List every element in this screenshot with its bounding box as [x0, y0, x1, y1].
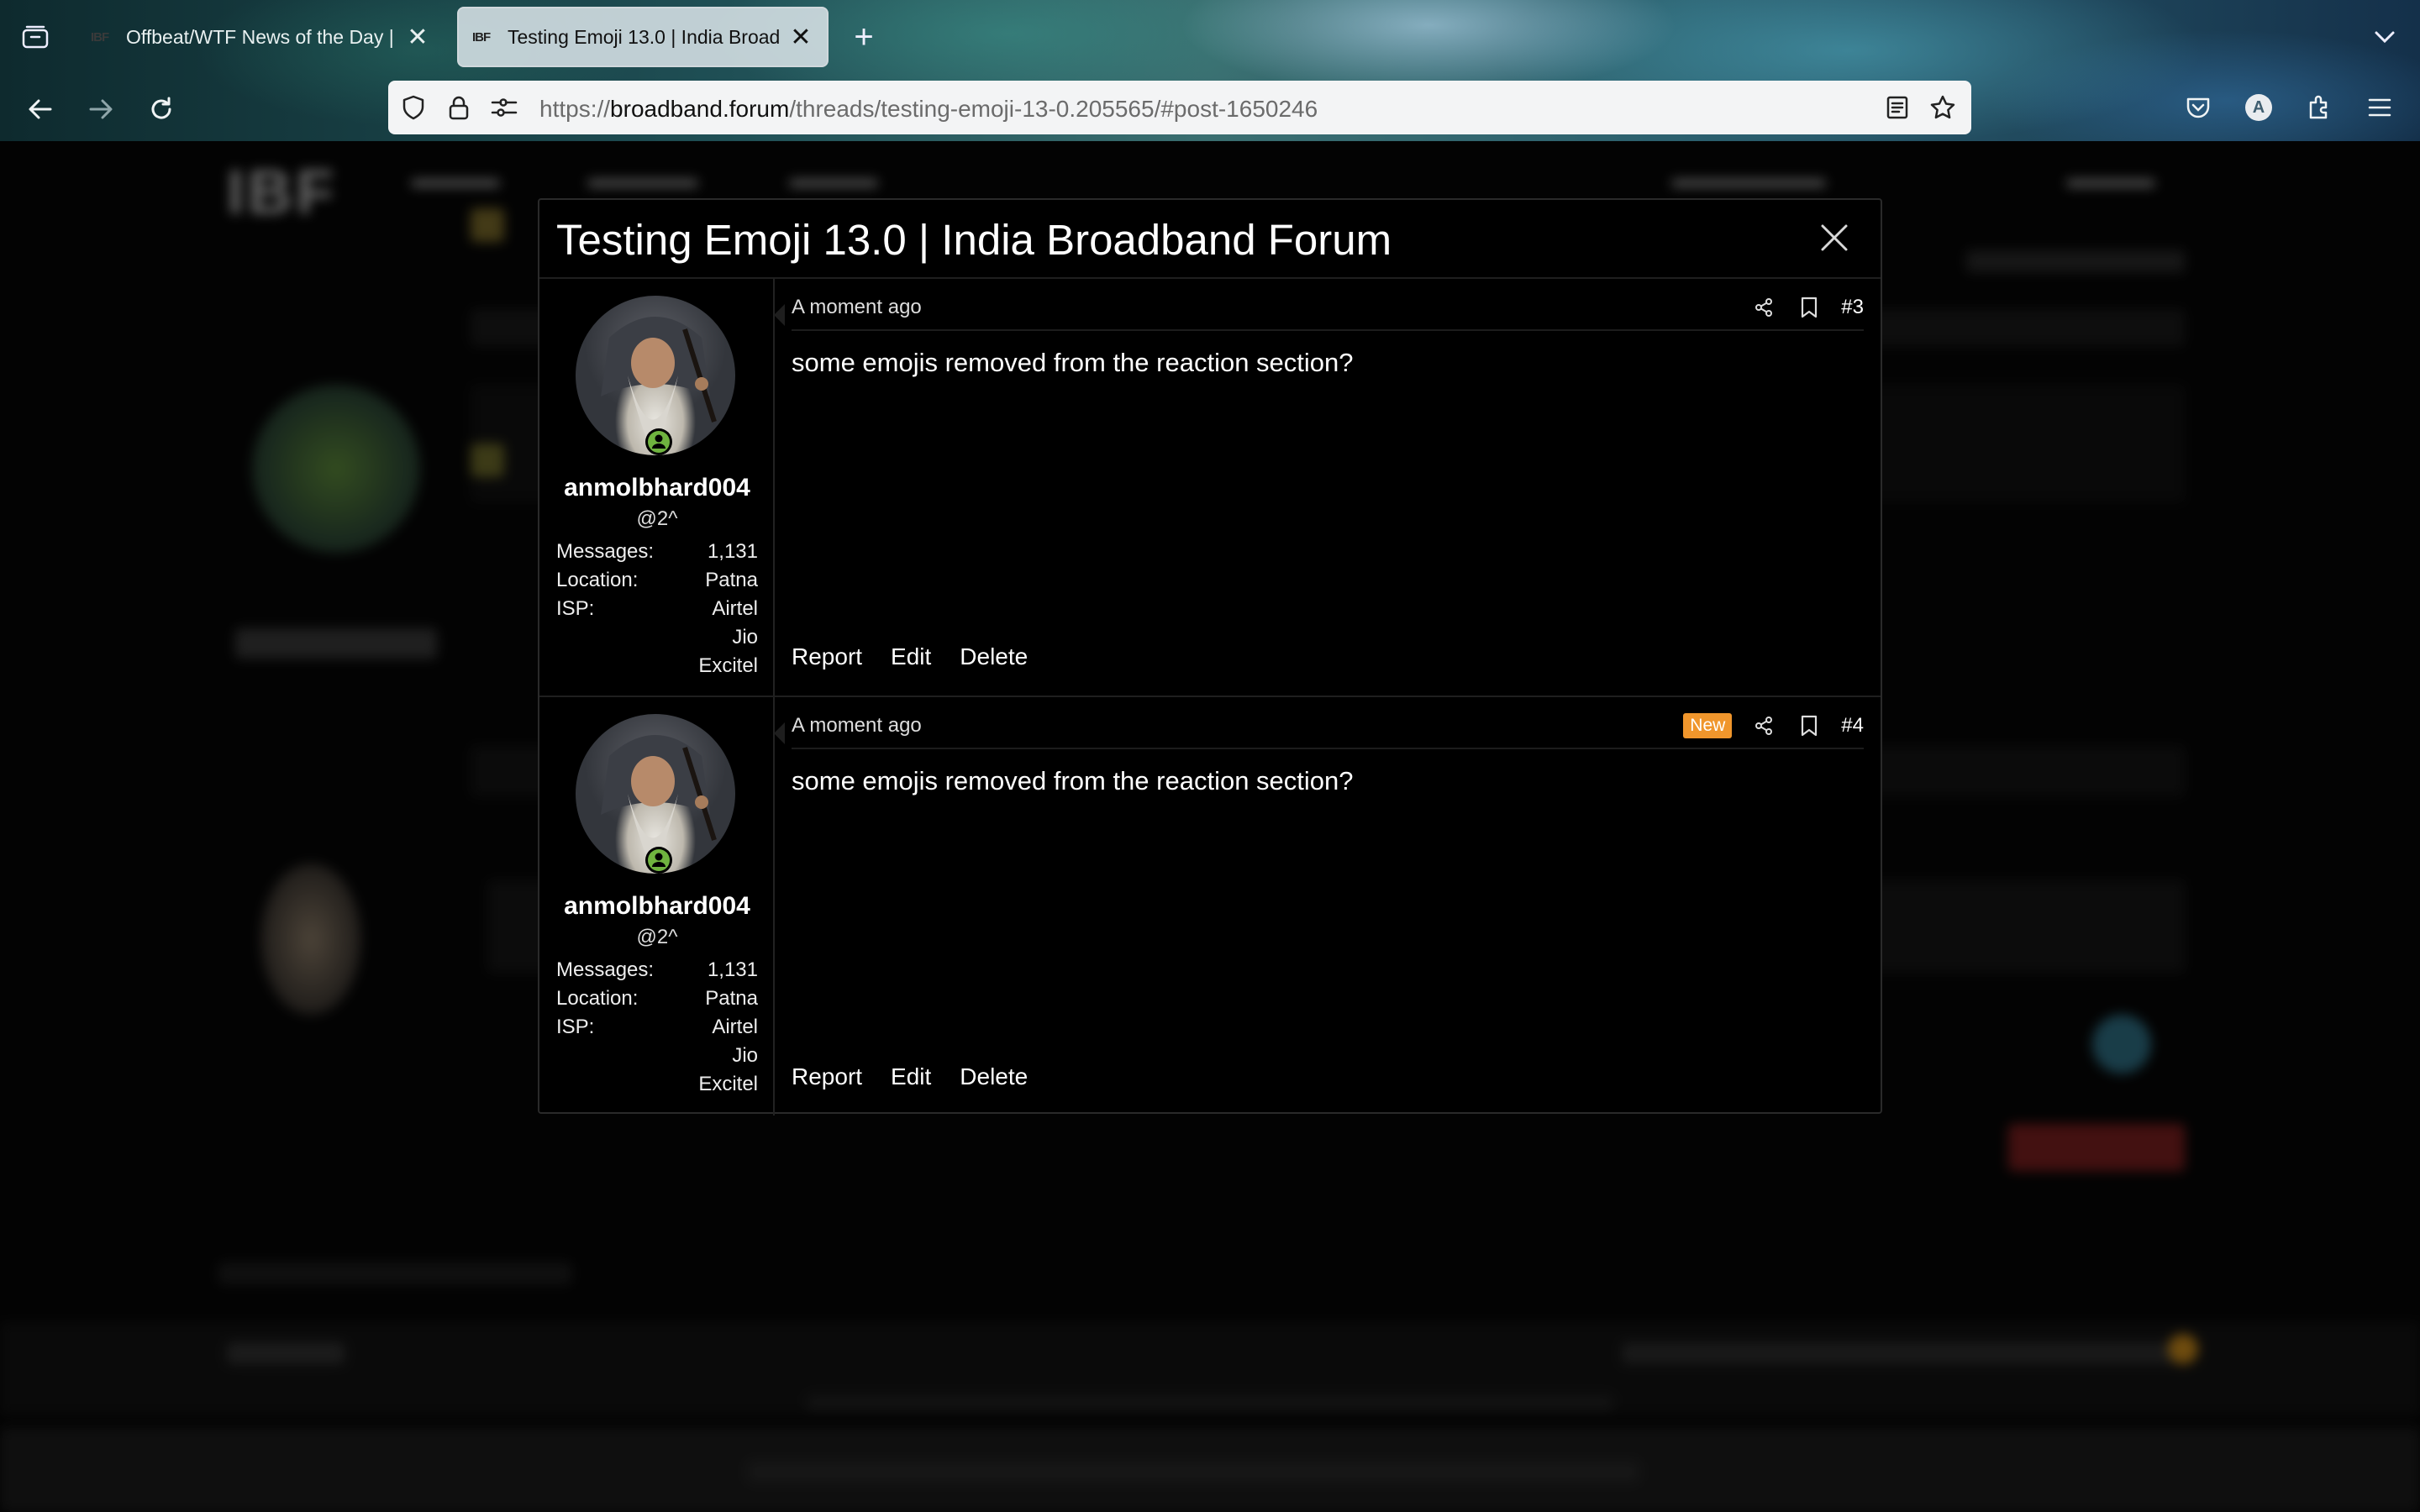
stat-label: Location:	[556, 987, 639, 1010]
location-value[interactable]: Patna	[705, 566, 758, 595]
account-avatar[interactable]: A	[2240, 89, 2277, 126]
shield-icon[interactable]	[398, 92, 429, 123]
ibf-favicon-icon: IBF	[91, 29, 109, 45]
share-icon[interactable]	[1750, 294, 1777, 321]
user-stats: Messages: 1,131 Location: Patna ISP: Airte…	[556, 956, 758, 1099]
isp-values: Airtel Jio Excitel	[698, 1013, 758, 1099]
username-link[interactable]: anmolbhard004	[539, 892, 775, 921]
modal-title: Testing Emoji 13.0 | India Broadband For…	[556, 216, 1392, 264]
close-icon[interactable]	[1813, 217, 1855, 259]
stat-label: Location:	[556, 569, 639, 591]
thread-preview-modal: Testing Emoji 13.0 | India Broadband For…	[538, 198, 1882, 1116]
post-body: some emojis removed from the reaction se…	[792, 348, 1354, 377]
post-meta: A moment ago New #4	[792, 711, 1864, 749]
chevron-down-icon[interactable]	[2371, 24, 2398, 50]
post-user-panel: anmolbhard004 @2^ Messages: 1,131 Locatio…	[539, 697, 785, 1116]
post-3: anmolbhard004 @2^ Messages: 1,131 Locatio…	[539, 279, 1881, 697]
url-text[interactable]: https://broadband.forum/threads/testing-…	[539, 96, 1318, 123]
delete-button[interactable]: Delete	[960, 643, 1028, 670]
post-footer-actions: Report Edit Delete	[792, 1063, 1056, 1090]
isp-value: Airtel	[712, 1016, 758, 1038]
menu-icon[interactable]	[2361, 89, 2398, 126]
report-button[interactable]: Report	[792, 1063, 862, 1090]
post-content: A moment ago #3 some emojis removed from…	[775, 279, 1881, 696]
isp-value: Airtel	[712, 597, 758, 620]
close-tab-icon[interactable]: ✕	[788, 23, 813, 52]
post-footer-actions: Report Edit Delete	[792, 643, 1056, 670]
online-status-icon	[645, 847, 672, 874]
lock-icon[interactable]	[444, 92, 474, 123]
reader-view-icon[interactable]	[1882, 92, 1912, 123]
report-button[interactable]: Report	[792, 643, 862, 670]
tab-testing-emoji[interactable]: IBF Testing Emoji 13.0 | India Broadb ✕	[457, 7, 829, 67]
tab-offbeat-news[interactable]: IBF Offbeat/WTF News of the Day | I ✕	[77, 7, 444, 67]
post-timestamp[interactable]: A moment ago	[792, 714, 922, 738]
post-top-actions: New #4	[1683, 712, 1864, 739]
bookmark-icon[interactable]	[1796, 294, 1823, 321]
post-meta: A moment ago #3	[792, 292, 1864, 331]
isp-values: Airtel Jio Excitel	[698, 595, 758, 680]
modal-header: Testing Emoji 13.0 | India Broadband For…	[539, 200, 1881, 279]
edit-button[interactable]: Edit	[891, 1063, 931, 1090]
url-host: broadband.forum	[610, 96, 790, 122]
extensions-icon[interactable]	[2301, 89, 2338, 126]
ibf-favicon-icon: IBF	[472, 29, 491, 45]
pocket-icon[interactable]	[2180, 89, 2217, 126]
isp-value: Jio	[732, 626, 758, 648]
share-icon[interactable]	[1750, 712, 1777, 739]
back-icon[interactable]	[22, 91, 59, 128]
isp-value: Excitel	[698, 1073, 758, 1095]
post-timestamp[interactable]: A moment ago	[792, 296, 922, 319]
new-tab-plus-icon[interactable]: +	[845, 18, 882, 55]
messages-count[interactable]: 1,131	[708, 538, 758, 566]
bookmark-star-icon[interactable]	[1928, 92, 1958, 123]
post-top-actions: #3	[1732, 294, 1864, 321]
post-4: anmolbhard004 @2^ Messages: 1,131 Locatio…	[539, 697, 1881, 1116]
stat-label: ISP:	[556, 1016, 595, 1038]
post-number-link[interactable]: #4	[1841, 714, 1864, 738]
post-content: A moment ago New #4 some emojis removed …	[775, 697, 1881, 1116]
tab-strip: IBF Offbeat/WTF News of the Day | I ✕ IB…	[0, 0, 2420, 74]
online-status-icon	[645, 428, 672, 455]
user-title: @2^	[636, 507, 678, 530]
username-link[interactable]: anmolbhard004	[539, 474, 775, 502]
isp-value: Excitel	[698, 654, 758, 677]
tab-title: Offbeat/WTF News of the Day | I	[126, 25, 397, 48]
url-path: /threads/testing-emoji-13-0.205565/#post…	[789, 96, 1318, 122]
profile-initial: A	[2245, 94, 2272, 121]
url-scheme: https://	[539, 96, 611, 122]
post-user-panel: anmolbhard004 @2^ Messages: 1,131 Locatio…	[539, 279, 785, 696]
stat-label: Messages:	[556, 958, 655, 981]
tab-title: Testing Emoji 13.0 | India Broadb	[508, 25, 780, 48]
tabs-list-icon[interactable]	[17, 18, 54, 55]
post-body: some emojis removed from the reaction se…	[792, 766, 1354, 795]
stat-label: Messages:	[556, 540, 655, 563]
delete-button[interactable]: Delete	[960, 1063, 1028, 1090]
user-stats: Messages: 1,131 Location: Patna ISP: Airte…	[556, 538, 758, 680]
stat-label: ISP:	[556, 597, 595, 620]
reload-icon[interactable]	[143, 91, 180, 128]
browser-chrome: IBF Offbeat/WTF News of the Day | I ✕ IB…	[0, 0, 2420, 141]
edit-button[interactable]: Edit	[891, 643, 931, 670]
location-value[interactable]: Patna	[705, 984, 758, 1013]
url-bar[interactable]: https://broadband.forum/threads/testing-…	[388, 81, 1971, 134]
bookmark-icon[interactable]	[1796, 712, 1823, 739]
post-number-link[interactable]: #3	[1841, 296, 1864, 319]
close-tab-icon[interactable]: ✕	[405, 23, 430, 52]
site-permissions-icon[interactable]	[489, 92, 519, 123]
isp-value: Jio	[732, 1044, 758, 1067]
forward-icon[interactable]	[82, 91, 119, 128]
new-badge: New	[1683, 713, 1733, 738]
user-title: @2^	[636, 926, 678, 948]
messages-count[interactable]: 1,131	[708, 956, 758, 984]
